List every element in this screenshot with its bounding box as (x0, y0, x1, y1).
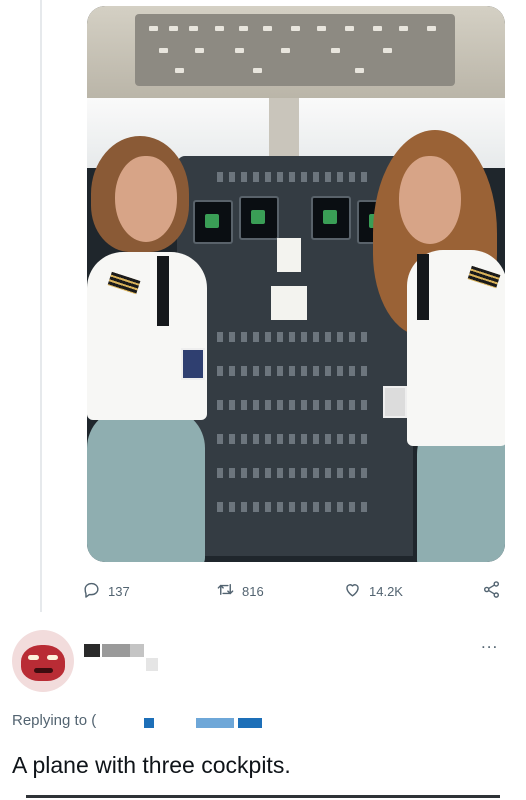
reply-icon (82, 580, 101, 602)
reply-action[interactable]: 137 (82, 580, 130, 602)
display-name-redaction (146, 658, 158, 671)
retweet-icon (216, 580, 235, 602)
display-name-redaction (84, 644, 100, 657)
handle-redaction[interactable] (196, 718, 234, 728)
display-screen (311, 196, 351, 240)
button-row (217, 332, 373, 342)
thread-line (40, 0, 42, 612)
checklist-paper (271, 286, 307, 320)
captain-seat (87, 408, 205, 562)
display-name-redaction (130, 644, 144, 657)
like-action[interactable]: 14.2K (343, 580, 403, 602)
display-screen (193, 200, 233, 244)
handle-redaction[interactable] (144, 718, 154, 728)
windshield-pillar (269, 98, 299, 158)
handle-redaction[interactable] (238, 718, 262, 728)
checklist-paper (277, 238, 301, 272)
reply-text: A plane with three cockpits. (12, 752, 291, 778)
like-count: 14.2K (369, 583, 403, 599)
retweet-count: 816 (242, 583, 264, 599)
display-name-redaction (102, 644, 130, 657)
button-row (217, 502, 373, 512)
button-row (217, 366, 373, 376)
button-row (217, 468, 373, 478)
avatar-face (21, 645, 65, 681)
button-row (217, 172, 373, 182)
bottom-divider (26, 795, 500, 798)
display-screen (239, 196, 279, 240)
post-photo[interactable] (87, 6, 505, 562)
avatar[interactable] (12, 630, 74, 692)
cockpit-ceiling (87, 6, 505, 102)
overhead-panel (135, 14, 455, 86)
more-icon[interactable]: ... (481, 633, 498, 653)
reply-count: 137 (108, 583, 130, 599)
post-action-bar: 137 816 14.2K (82, 580, 512, 604)
button-row (217, 400, 373, 410)
retweet-action[interactable]: 816 (216, 580, 264, 602)
like-icon (343, 580, 362, 602)
button-row (217, 434, 373, 444)
share-action[interactable] (482, 580, 501, 602)
share-icon (482, 580, 501, 602)
replying-to: Replying to ( (12, 712, 97, 729)
